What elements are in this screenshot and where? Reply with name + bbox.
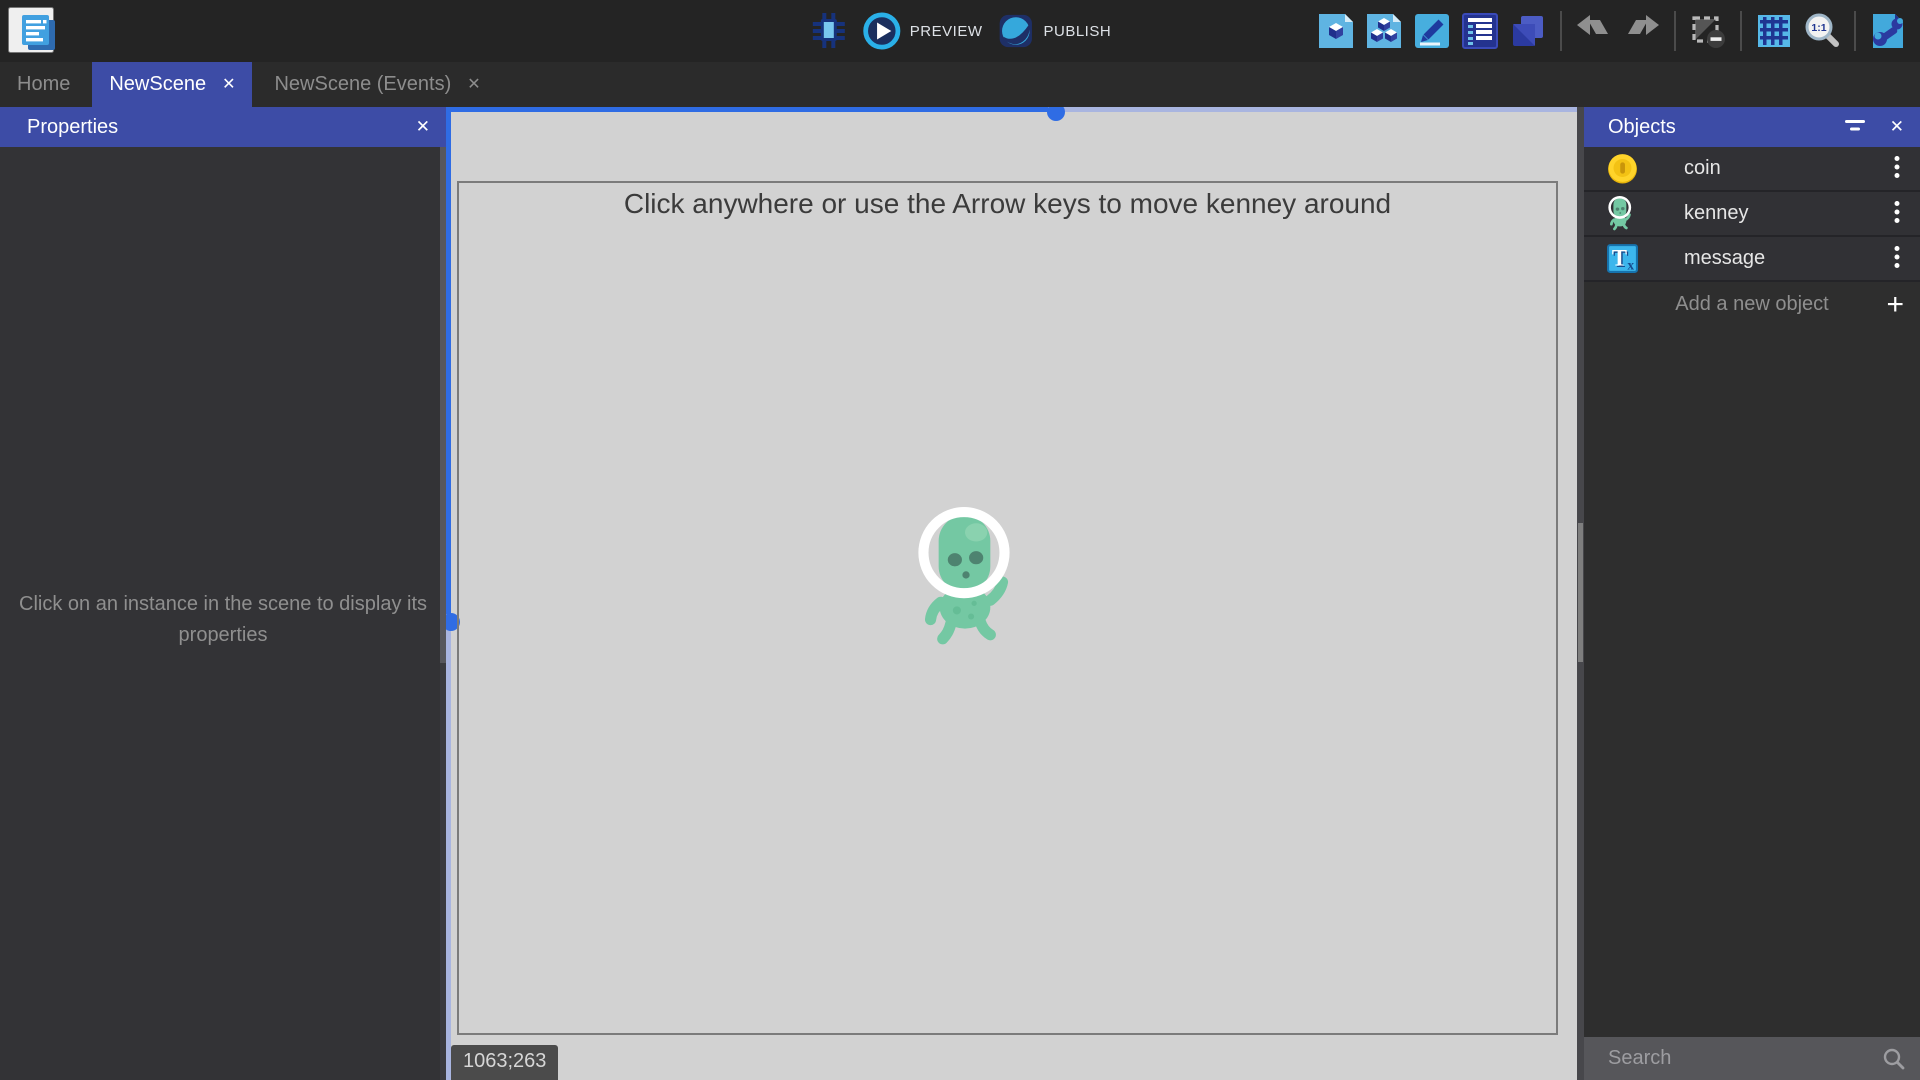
canvas-right-scrollbar[interactable] bbox=[1577, 107, 1584, 1080]
cursor-coordinates-badge: 1063;263 bbox=[451, 1045, 558, 1080]
object-row-kenney[interactable]: kenney bbox=[1584, 192, 1920, 237]
toolbar-center-group: PREVIEW PUBLISH bbox=[809, 0, 1111, 62]
objects-panel: Objects ✕ coin bbox=[1584, 107, 1920, 1080]
undo-icon bbox=[1574, 11, 1614, 51]
objects-title: Objects bbox=[1608, 116, 1676, 139]
objects-search-input[interactable] bbox=[1606, 1046, 1882, 1071]
publish-button[interactable]: PUBLISH bbox=[996, 12, 1111, 50]
bug-icon bbox=[809, 11, 849, 51]
preview-label: PREVIEW bbox=[910, 23, 983, 40]
object-menu-button[interactable] bbox=[1892, 198, 1902, 229]
svg-text:1:1: 1:1 bbox=[1811, 22, 1826, 34]
kenney-icon bbox=[1606, 195, 1634, 233]
pencil-icon bbox=[1412, 11, 1452, 51]
open-layers-button[interactable] bbox=[1508, 11, 1548, 51]
tab-home[interactable]: Home bbox=[0, 62, 87, 107]
tab-label: NewScene bbox=[109, 73, 206, 96]
properties-panel: Properties ✕ Click on an instance in the… bbox=[0, 107, 446, 1080]
tab-close-icon[interactable]: ✕ bbox=[467, 77, 480, 93]
object-menu-button[interactable] bbox=[1892, 243, 1902, 274]
scene-instruction-text: Click anywhere or use the Arrow keys to … bbox=[459, 188, 1556, 220]
edit-object-groups-button[interactable] bbox=[1364, 11, 1404, 51]
edit-object-button[interactable] bbox=[1316, 11, 1356, 51]
project-settings-button[interactable] bbox=[1868, 11, 1908, 51]
tab-close-icon[interactable]: ✕ bbox=[222, 77, 235, 93]
plus-icon: + bbox=[1886, 290, 1904, 320]
tab-newscene[interactable]: NewScene ✕ bbox=[92, 62, 252, 107]
toggle-grid-button[interactable] bbox=[1754, 11, 1794, 51]
horizontal-scrollbar-handle[interactable] bbox=[1047, 107, 1065, 121]
play-circle-icon bbox=[863, 12, 901, 50]
object-name: coin bbox=[1684, 157, 1721, 180]
properties-title: Properties bbox=[27, 116, 118, 139]
object-menu-button[interactable] bbox=[1892, 153, 1902, 184]
kenney-instance[interactable] bbox=[909, 503, 1021, 655]
object-row-coin[interactable]: coin bbox=[1584, 147, 1920, 192]
object-name: message bbox=[1684, 247, 1765, 270]
publish-label: PUBLISH bbox=[1043, 23, 1111, 40]
project-manager-button[interactable] bbox=[8, 7, 54, 53]
coin-icon bbox=[1606, 152, 1639, 185]
main-toolbar: PREVIEW PUBLISH bbox=[0, 0, 1920, 62]
object-group-icon bbox=[1364, 11, 1404, 51]
search-icon bbox=[1882, 1047, 1906, 1071]
vertical-dots-icon bbox=[1894, 245, 1900, 269]
vertical-scrollbar-track-bottom[interactable] bbox=[446, 630, 451, 1080]
toolbar-right-group: 1:1 bbox=[1316, 0, 1908, 62]
toolbar-separator bbox=[1674, 11, 1676, 51]
edit-scene-button[interactable] bbox=[1412, 11, 1452, 51]
main-area: Properties ✕ Click on an instance in the… bbox=[0, 107, 1920, 1080]
layers-icon bbox=[1508, 11, 1548, 51]
horizontal-scrollbar-track-right[interactable] bbox=[1064, 107, 1577, 112]
text-object-icon: T T x bbox=[1606, 242, 1639, 275]
horizontal-scrollbar-track-left[interactable] bbox=[446, 107, 1048, 112]
canvas-right-scrollbar-thumb[interactable] bbox=[1578, 523, 1583, 662]
globe-icon bbox=[996, 12, 1034, 50]
objects-panel-header: Objects ✕ bbox=[1584, 107, 1920, 147]
add-new-object-label: Add a new object bbox=[1675, 293, 1828, 316]
editor-tabbar: Home NewScene ✕ NewScene (Events) ✕ bbox=[0, 62, 1920, 107]
grid-icon bbox=[1754, 11, 1794, 51]
objects-panel-empty-space bbox=[1584, 327, 1920, 1037]
scene-editor-canvas[interactable]: Click anywhere or use the Arrow keys to … bbox=[446, 107, 1584, 1080]
gdevelop-logo-icon bbox=[16, 10, 62, 56]
tab-label: NewScene (Events) bbox=[274, 73, 451, 96]
objects-search-bar bbox=[1584, 1037, 1920, 1080]
vertical-dots-icon bbox=[1894, 155, 1900, 179]
vertical-dots-icon bbox=[1894, 200, 1900, 224]
events-list-icon bbox=[1460, 11, 1500, 51]
toolbar-separator bbox=[1854, 11, 1856, 51]
deselect-icon bbox=[1688, 11, 1728, 51]
object-row-message[interactable]: T T x message bbox=[1584, 237, 1920, 282]
tab-label: Home bbox=[17, 73, 70, 96]
toolbar-separator bbox=[1740, 11, 1742, 51]
preview-button[interactable]: PREVIEW bbox=[863, 12, 983, 50]
properties-panel-header: Properties ✕ bbox=[0, 107, 446, 147]
redo-icon bbox=[1622, 11, 1662, 51]
close-icon[interactable]: ✕ bbox=[416, 117, 430, 137]
redo-button[interactable] bbox=[1622, 11, 1662, 51]
filter-icon bbox=[1844, 119, 1866, 133]
svg-text:T: T bbox=[1612, 246, 1627, 271]
vertical-scrollbar-track-top[interactable] bbox=[446, 112, 451, 614]
open-events-button[interactable] bbox=[1460, 11, 1500, 51]
zoom-1-1-icon: 1:1 bbox=[1802, 11, 1842, 51]
toolbar-separator bbox=[1560, 11, 1562, 51]
properties-empty-message: Click on an instance in the scene to dis… bbox=[18, 589, 428, 651]
wrench-icon bbox=[1868, 11, 1908, 51]
close-icon[interactable]: ✕ bbox=[1890, 117, 1904, 137]
undo-button[interactable] bbox=[1574, 11, 1614, 51]
add-new-object-button[interactable]: Add a new object + bbox=[1584, 282, 1920, 327]
debug-button[interactable] bbox=[809, 11, 849, 51]
tab-newscene-events[interactable]: NewScene (Events) ✕ bbox=[257, 62, 497, 107]
svg-text:x: x bbox=[1627, 257, 1634, 272]
filter-button[interactable] bbox=[1844, 119, 1866, 136]
zoom-original-button[interactable]: 1:1 bbox=[1802, 11, 1842, 51]
object-name: kenney bbox=[1684, 202, 1749, 225]
object-icon bbox=[1316, 11, 1356, 51]
deselect-all-button[interactable] bbox=[1688, 11, 1728, 51]
